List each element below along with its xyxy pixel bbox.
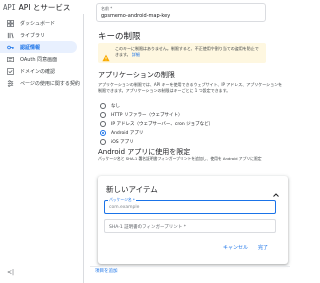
library-icon (6, 31, 14, 39)
radio-ios-app[interactable]: iOS アプリ (100, 137, 213, 146)
package-name-label: パッケージ名 * (108, 197, 136, 203)
radio-button[interactable] (100, 138, 106, 145)
sidebar-item-page-agreement[interactable]: ページの使用に関する契約 (0, 77, 80, 89)
dashboard-icon (6, 19, 14, 27)
radio-label: iOS アプリ (111, 139, 134, 145)
sidebar-item-domain[interactable]: ドメインの確認 (0, 65, 77, 77)
sidebar-item-library[interactable]: ライブラリ (0, 29, 77, 41)
learn-more-link[interactable]: 詳細 (132, 52, 140, 57)
radio-label: なし (111, 103, 120, 109)
radio-none[interactable]: なし (100, 101, 213, 110)
warning-text: このキーに制限はありません。制限すると、不正使用や割り当ての盗用を防止できます。… (115, 46, 262, 60)
add-item-button[interactable]: 項目を追加 (95, 268, 118, 274)
main-content: 名前 * gpsmemo-android-map-key キーの制限 このキーに… (90, 0, 292, 283)
chevron-up-icon[interactable] (272, 184, 280, 197)
radio-label: IP アドレス（ウェブサーバー、cron ジョブなど） (111, 121, 214, 127)
app-restriction-radio-group: なし HTTP リファラー（ウェブサイト） IP アドレス（ウェブサーバー、cr… (100, 101, 213, 146)
sidebar-item-label: ダッシュボード (20, 20, 56, 27)
settings-icon (6, 79, 14, 87)
done-button[interactable]: 完了 (258, 244, 268, 251)
radio-button[interactable] (100, 120, 106, 127)
radio-button[interactable] (100, 129, 106, 136)
sidebar-item-dashboard[interactable]: ダッシュボード (0, 17, 77, 29)
radio-http-referrer[interactable]: HTTP リファラー（ウェブサイト） (100, 110, 213, 119)
package-name-input[interactable]: パッケージ名 * com.example (104, 197, 276, 214)
sidebar-item-label: ライブラリ (20, 32, 46, 39)
app-restrictions-description: アプリケーションの制限では、API キーを使用できるウェブサイト、IP アドレス… (98, 82, 283, 93)
new-item-card: 新しいアイテム パッケージ名 * com.example SHA-1 証明書のフ… (98, 176, 288, 264)
name-field-value: gpsmemo-android-map-key (101, 13, 171, 19)
warning-banner: このキーに制限はありません。制限すると、不正使用や割り当ての盗用を防止できます。… (98, 43, 266, 63)
package-name-placeholder: com.example (109, 204, 140, 210)
key-icon (6, 43, 14, 51)
radio-label: HTTP リファラー（ウェブサイト） (111, 112, 183, 118)
checkbox-icon (6, 67, 14, 75)
sidebar: ダッシュボード ライブラリ 認証情報 OAuth 同意画面 ドメインの確認 ペー… (0, 14, 84, 283)
api-logo: API (3, 2, 16, 12)
top-bar: API API とサービス (0, 0, 84, 14)
sha1-fingerprint-input[interactable]: SHA-1 証明書のフィンガープリント * (104, 219, 276, 233)
sidebar-item-label: OAuth 同意画面 (20, 56, 58, 63)
sidebar-item-credentials[interactable]: 認証情報 (0, 41, 77, 53)
name-field[interactable]: 名前 * gpsmemo-android-map-key (96, 3, 266, 22)
collapse-sidebar-icon[interactable]: <| (7, 269, 14, 276)
radio-button[interactable] (100, 102, 106, 109)
app-title: API とサービス (18, 2, 71, 12)
sidebar-item-oauth[interactable]: OAuth 同意画面 (0, 53, 77, 65)
name-field-label: 名前 * (101, 6, 113, 11)
radio-button[interactable] (100, 111, 106, 118)
app-restrictions-heading: アプリケーションの制限 (98, 71, 175, 79)
radio-ip-address[interactable]: IP アドレス（ウェブサーバー、cron ジョブなど） (100, 119, 213, 128)
android-restrictions-description: パッケージ名と SHA-1 署名証明書フィンガープリントを追加し、使用を And… (98, 156, 262, 161)
cancel-button[interactable]: キャンセル (223, 244, 248, 251)
sha1-placeholder: SHA-1 証明書のフィンガープリント * (109, 225, 186, 230)
warning-icon (102, 47, 110, 62)
key-restrictions-heading: キーの制限 (98, 32, 141, 42)
sidebar-item-label: ドメインの確認 (20, 68, 56, 75)
radio-android-app[interactable]: Android アプリ (100, 128, 213, 137)
divider (90, 266, 290, 267)
sidebar-item-label: ページの使用に関する契約 (20, 80, 80, 87)
sidebar-item-label: 認証情報 (20, 44, 41, 51)
radio-label: Android アプリ (111, 130, 144, 136)
new-item-title: 新しいアイテム (106, 185, 158, 194)
consent-icon (6, 55, 14, 63)
